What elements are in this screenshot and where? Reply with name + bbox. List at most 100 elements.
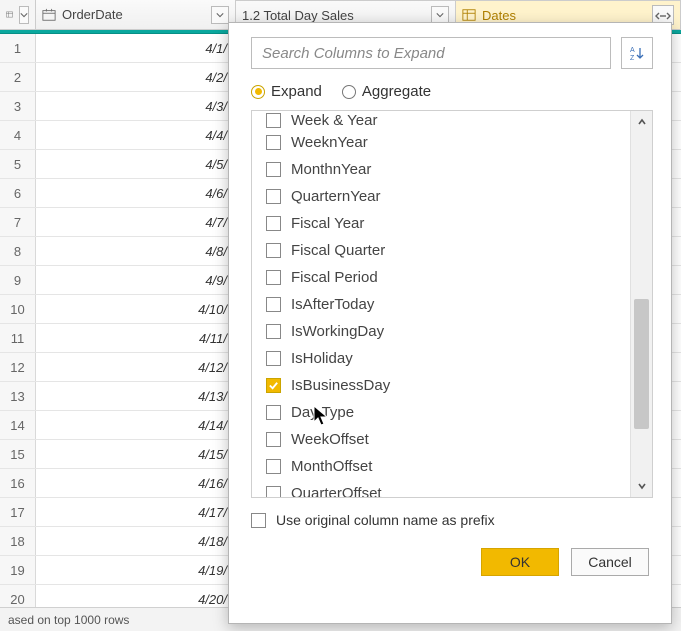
cell-orderdate[interactable]: 4/1/: [36, 34, 236, 62]
checkbox[interactable]: [266, 162, 281, 177]
option-label: IsHoliday: [291, 350, 353, 367]
row-number: 4: [0, 121, 36, 149]
checkbox[interactable]: [266, 135, 281, 150]
row-number-header: [0, 0, 36, 29]
ok-button[interactable]: OK: [481, 548, 559, 576]
cell-orderdate[interactable]: 4/2/: [36, 63, 236, 91]
column-option[interactable]: QuarterOffset: [252, 480, 630, 498]
column-option[interactable]: WeekOffset: [252, 426, 630, 453]
checkbox[interactable]: [266, 405, 281, 420]
row-number: 14: [0, 411, 36, 439]
row-number: 10: [0, 295, 36, 323]
cell-orderdate[interactable]: 4/7/: [36, 208, 236, 236]
column-option[interactable]: IsWorkingDay: [252, 318, 630, 345]
column-option[interactable]: IsHoliday: [252, 345, 630, 372]
column-option[interactable]: Fiscal Period: [252, 264, 630, 291]
table-icon: [462, 8, 476, 22]
option-label: WeeknYear: [291, 134, 368, 151]
column-option[interactable]: Fiscal Year: [252, 210, 630, 237]
row-number: 15: [0, 440, 36, 468]
column-option[interactable]: IsBusinessDay: [252, 372, 630, 399]
expand-columns-popup: AZ Expand Aggregate Week & Year WeeknYear…: [228, 22, 672, 624]
row-number: 5: [0, 150, 36, 178]
checkbox[interactable]: [266, 459, 281, 474]
column-header-orderdate[interactable]: OrderDate: [36, 0, 236, 29]
checkbox[interactable]: [266, 351, 281, 366]
row-number: 11: [0, 324, 36, 352]
column-title: 1.2 Total Day Sales: [242, 8, 425, 23]
checkbox[interactable]: [266, 378, 281, 393]
row-number: 17: [0, 498, 36, 526]
cell-orderdate[interactable]: 4/9/: [36, 266, 236, 294]
cell-orderdate[interactable]: 4/5/: [36, 150, 236, 178]
calendar-icon: [42, 8, 56, 22]
cell-orderdate[interactable]: 4/3/: [36, 92, 236, 120]
option-label: IsBusinessDay: [291, 377, 390, 394]
row-number: 13: [0, 382, 36, 410]
checkbox[interactable]: [266, 270, 281, 285]
checkbox[interactable]: [266, 243, 281, 258]
cell-orderdate[interactable]: 4/11/: [36, 324, 236, 352]
column-option[interactable]: WeeknYear: [252, 129, 630, 156]
option-label: Week & Year: [291, 112, 377, 129]
radio-label: Aggregate: [362, 83, 431, 100]
scrollbar[interactable]: [630, 111, 652, 497]
prefix-label: Use original column name as prefix: [276, 512, 495, 528]
checkbox[interactable]: [266, 189, 281, 204]
option-label: Day Type: [291, 404, 354, 421]
row-number: 19: [0, 556, 36, 584]
cell-orderdate[interactable]: 4/13/: [36, 382, 236, 410]
scrollbar-thumb[interactable]: [634, 299, 649, 429]
option-label: QuarterOffset: [291, 485, 382, 498]
row-number: 1: [0, 34, 36, 62]
columns-list: Week & Year WeeknYear MonthnYear QuarternYe…: [251, 110, 653, 498]
row-number: 3: [0, 92, 36, 120]
checkbox[interactable]: [266, 297, 281, 312]
cell-orderdate[interactable]: 4/10/: [36, 295, 236, 323]
checkbox[interactable]: [266, 216, 281, 231]
option-label: IsAfterToday: [291, 296, 374, 313]
option-label: Fiscal Year: [291, 215, 364, 232]
column-filter-dropdown[interactable]: [211, 6, 229, 24]
cell-orderdate[interactable]: 4/12/: [36, 353, 236, 381]
row-number: 2: [0, 63, 36, 91]
column-option[interactable]: IsAfterToday: [252, 291, 630, 318]
checkbox[interactable]: [266, 432, 281, 447]
table-menu-dropdown[interactable]: [19, 6, 29, 24]
search-input[interactable]: [251, 37, 611, 69]
prefix-checkbox[interactable]: [251, 513, 266, 528]
column-option[interactable]: MonthnYear: [252, 156, 630, 183]
option-label: WeekOffset: [291, 431, 369, 448]
cell-orderdate[interactable]: 4/4/: [36, 121, 236, 149]
checkbox[interactable]: [266, 486, 281, 498]
cell-orderdate[interactable]: 4/16/: [36, 469, 236, 497]
column-title: OrderDate: [62, 7, 205, 22]
scroll-down-button[interactable]: [631, 475, 652, 497]
column-option[interactable]: QuarternYear: [252, 183, 630, 210]
checkbox[interactable]: [266, 324, 281, 339]
svg-text:Z: Z: [630, 55, 635, 62]
column-option[interactable]: Day Type: [252, 399, 630, 426]
radio-label: Expand: [271, 83, 322, 100]
cell-orderdate[interactable]: 4/8/: [36, 237, 236, 265]
cell-orderdate[interactable]: 4/17/: [36, 498, 236, 526]
scroll-up-button[interactable]: [631, 111, 652, 133]
cell-orderdate[interactable]: 4/18/: [36, 527, 236, 555]
aggregate-radio[interactable]: Aggregate: [342, 83, 431, 100]
cell-orderdate[interactable]: 4/15/: [36, 440, 236, 468]
column-option[interactable]: MonthOffset: [252, 453, 630, 480]
option-label: IsWorkingDay: [291, 323, 384, 340]
table-icon: [6, 8, 13, 22]
column-option[interactable]: Fiscal Quarter: [252, 237, 630, 264]
column-option[interactable]: Week & Year: [252, 111, 630, 129]
row-number: 7: [0, 208, 36, 236]
cancel-button[interactable]: Cancel: [571, 548, 649, 576]
row-number: 6: [0, 179, 36, 207]
expand-radio[interactable]: Expand: [251, 83, 322, 100]
sort-button[interactable]: AZ: [621, 37, 653, 69]
cell-orderdate[interactable]: 4/19/: [36, 556, 236, 584]
cell-orderdate[interactable]: 4/14/: [36, 411, 236, 439]
checkbox[interactable]: [266, 113, 281, 128]
cell-orderdate[interactable]: 4/6/: [36, 179, 236, 207]
option-label: QuarternYear: [291, 188, 381, 205]
